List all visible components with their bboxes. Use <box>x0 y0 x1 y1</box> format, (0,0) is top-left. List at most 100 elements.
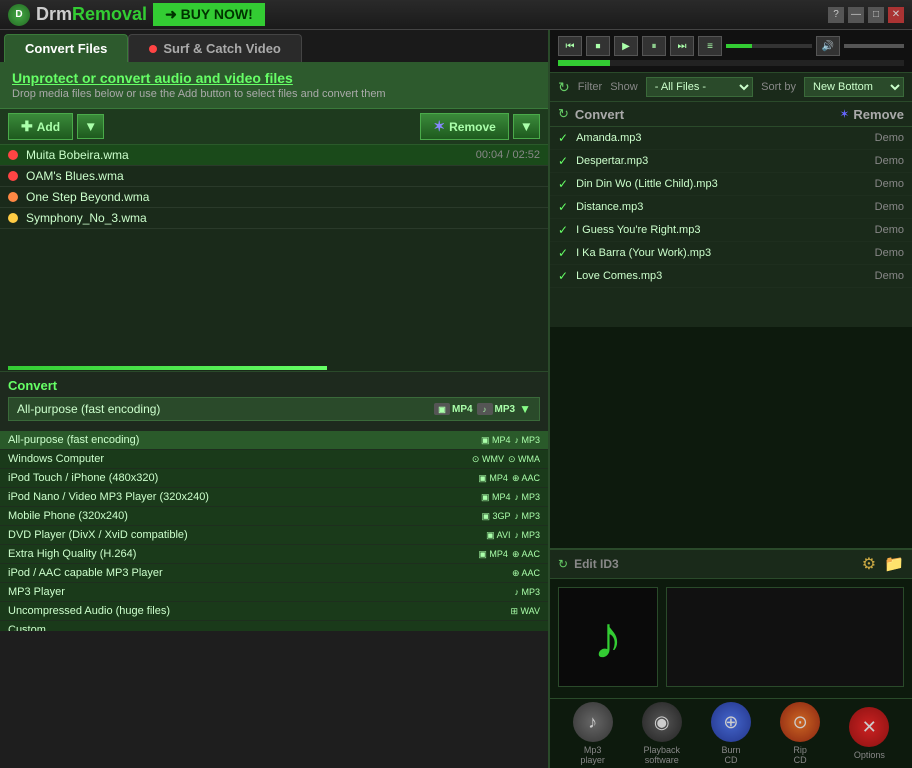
tab-convert-files[interactable]: Convert Files <box>4 34 128 62</box>
format-item-badges: ▣ MP4 ♪ MP3 <box>481 435 540 446</box>
add-dropdown-button[interactable]: ▼ <box>77 114 104 139</box>
player-progress[interactable] <box>726 44 812 48</box>
table-row[interactable]: One Step Beyond.wma <box>0 187 548 208</box>
list-item[interactable]: Windows Computer ⊙ WMV ⊙ WMA <box>0 450 548 469</box>
stop-button[interactable]: ⏹ <box>586 36 610 56</box>
list-item[interactable]: MP3 Player ♪ MP3 <box>0 583 548 602</box>
list-item[interactable]: All-purpose (fast encoding) ▣ MP4 ♪ MP3 <box>0 431 548 450</box>
format-item-badges: ♪ MP3 <box>514 587 540 597</box>
play-button[interactable]: ▶ <box>614 36 638 56</box>
right-file-tag: Demo <box>875 247 904 259</box>
format-name: iPod Touch / iPhone (480x320) <box>8 472 478 484</box>
table-row[interactable]: Muita Bobeira.wma 00:04 / 02:52 <box>0 145 548 166</box>
gear-icon[interactable]: ⚙ <box>862 554 876 574</box>
remove-dropdown-button[interactable]: ▼ <box>513 114 540 139</box>
list-item[interactable]: DVD Player (DivX / XviD compatible) ▣ AV… <box>0 526 548 545</box>
list-item[interactable]: ✓ Din Din Wo (Little Child).mp3 Demo <box>550 173 912 196</box>
convert-btn-label[interactable]: Convert <box>575 107 839 122</box>
volume-slider[interactable] <box>844 44 904 48</box>
rewind-button[interactable]: ⏮ <box>558 36 582 56</box>
close-button[interactable]: ✕ <box>888 7 904 23</box>
file-toolbar: ✚ Add ▼ ✶ Remove ▼ <box>0 109 548 145</box>
right-file-name: Despertar.mp3 <box>576 155 875 167</box>
buy-now-button[interactable]: ➜ BUY NOW! <box>153 3 265 26</box>
extra-button[interactable]: ≡ <box>698 36 722 56</box>
sort-select[interactable]: New Bottom <box>804 77 904 97</box>
list-item[interactable]: iPod Nano / Video MP3 Player (320x240) ▣… <box>0 488 548 507</box>
right-file-tag: Demo <box>875 270 904 282</box>
titlebar: D DrmRemoval ➜ BUY NOW! ? — □ ✕ <box>0 0 912 30</box>
media-player: ⏮ ⏹ ▶ ⏸ ⏭ ≡ 🔊 <box>550 30 912 73</box>
file-status-dot <box>8 192 18 202</box>
format-selector[interactable]: All-purpose (fast encoding) ▣ MP4 ♪ MP3 … <box>8 397 540 421</box>
list-item[interactable]: ✓ Despertar.mp3 Demo <box>550 150 912 173</box>
minimize-button[interactable]: — <box>848 7 864 23</box>
filter-label: Filter <box>578 81 602 93</box>
remove-x-icon: ✶ <box>839 107 849 121</box>
folder-icon[interactable]: 📁 <box>884 554 904 574</box>
plus-icon: ✚ <box>21 118 33 135</box>
list-item[interactable]: iPod / AAC capable MP3 Player ⊕ AAC <box>0 564 548 583</box>
format-name: iPod / AAC capable MP3 Player <box>8 567 512 579</box>
list-item[interactable]: Mobile Phone (320x240) ▣ 3GP ♪ MP3 <box>0 507 548 526</box>
mp3-player-button[interactable]: ♪ Mp3player <box>573 702 613 765</box>
check-icon: ✓ <box>558 177 568 191</box>
list-item[interactable]: Uncompressed Audio (huge files) ⊞ WAV <box>0 602 548 621</box>
remove-button[interactable]: ✶ Remove <box>420 113 508 140</box>
format-item-badges: ⊙ WMV ⊙ WMA <box>472 454 540 465</box>
rip-cd-button[interactable]: ⊙ RipCD <box>780 702 820 765</box>
table-row[interactable]: Symphony_No_3.wma <box>0 208 548 229</box>
refresh-icon[interactable]: ↻ <box>558 79 570 96</box>
show-select[interactable]: - All Files - <box>646 77 753 97</box>
playback-software-button[interactable]: ◉ Playbacksoftware <box>642 702 682 765</box>
list-item[interactable]: ✓ Distance.mp3 Demo <box>550 196 912 219</box>
fmt-badge-2: ♪ MP3 <box>514 435 540 446</box>
star-icon: ✶ <box>433 118 445 135</box>
add-button[interactable]: ✚ Add <box>8 113 73 140</box>
format-item-badges: ▣ 3GP ♪ MP3 <box>481 511 540 522</box>
fmt-badge-1: ▣ MP4 <box>478 473 508 484</box>
file-name: Muita Bobeira.wma <box>26 148 476 162</box>
list-item[interactable]: ✓ I Ka Barra (Your Work).mp3 Demo <box>550 242 912 265</box>
file-name: One Step Beyond.wma <box>26 190 540 204</box>
titlebar-left: D DrmRemoval ➜ BUY NOW! <box>8 3 265 26</box>
file-status-dot <box>8 171 18 181</box>
list-item[interactable]: iPod Touch / iPhone (480x320) ▣ MP4 ⊕ AA… <box>0 469 548 488</box>
player-seek-bar[interactable] <box>558 60 904 66</box>
fmt-badge-2: ♪ MP3 <box>514 530 540 541</box>
fmt-badge-2: ♪ MP3 <box>514 492 540 503</box>
right-panel: ⏮ ⏹ ▶ ⏸ ⏭ ≡ 🔊 ↻ Filter Show - All <box>548 30 912 768</box>
mp3-player-label: Mp3player <box>580 745 605 765</box>
tab-surf-catch[interactable]: Surf & Catch Video <box>128 34 302 62</box>
format-item-badges: ⊕ AAC <box>512 568 540 579</box>
options-button[interactable]: ✕ Options <box>849 707 889 760</box>
burn-cd-button[interactable]: ⊕ BurnCD <box>711 702 751 765</box>
maximize-button[interactable]: □ <box>868 7 884 23</box>
format-name: Windows Computer <box>8 453 472 465</box>
table-row[interactable]: OAM's Blues.wma <box>0 166 548 187</box>
list-item[interactable]: ✓ Amanda.mp3 Demo <box>550 127 912 150</box>
rip-cd-icon: ⊙ <box>780 702 820 742</box>
bottom-toolbar: ♪ Mp3player ◉ Playbacksoftware ⊕ BurnCD … <box>550 698 912 768</box>
mp3-player-icon: ♪ <box>573 702 613 742</box>
list-item[interactable]: ✓ Love Comes.mp3 Demo <box>550 265 912 288</box>
list-item[interactable]: Custom... <box>0 621 548 631</box>
format-selector-label: All-purpose (fast encoding) <box>17 402 160 416</box>
burn-cd-icon: ⊕ <box>711 702 751 742</box>
pause-button[interactable]: ⏸ <box>642 36 666 56</box>
remove-btn-label[interactable]: Remove <box>853 107 904 122</box>
list-item[interactable]: ✓ I Guess You're Right.mp3 Demo <box>550 219 912 242</box>
volume-icon[interactable]: 🔊 <box>816 36 840 56</box>
fmt-badge-1: ▣ 3GP <box>481 511 510 522</box>
forward-button[interactable]: ⏭ <box>670 36 694 56</box>
convert-header-subtitle: Drop media files below or use the Add bu… <box>12 88 536 100</box>
fmt-badge-2: ⊙ WMA <box>508 454 540 465</box>
main-container: Convert Files Surf & Catch Video Unprote… <box>0 30 912 768</box>
right-file-tag: Demo <box>875 201 904 213</box>
format-item-badges: ▣ MP4 ⊕ AAC <box>478 549 540 560</box>
help-button[interactable]: ? <box>828 7 844 23</box>
format-dropdown-arrow[interactable]: ▼ <box>519 402 531 416</box>
right-file-list: ✓ Amanda.mp3 Demo ✓ Despertar.mp3 Demo ✓… <box>550 127 912 327</box>
fmt-badge-1: ⊙ WMV <box>472 454 504 465</box>
list-item[interactable]: Extra High Quality (H.264) ▣ MP4 ⊕ AAC <box>0 545 548 564</box>
